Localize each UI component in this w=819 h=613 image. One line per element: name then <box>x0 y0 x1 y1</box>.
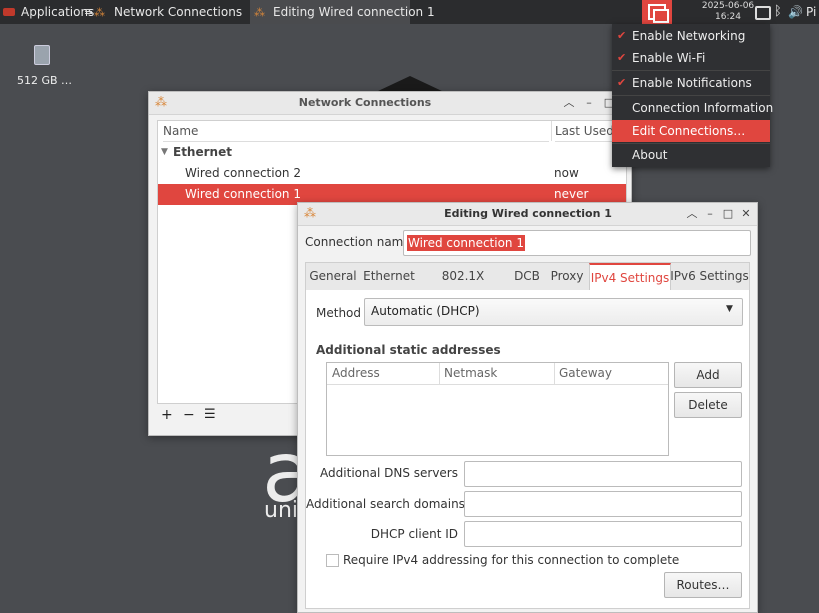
chevron-up-icon[interactable]: ︿ <box>561 92 577 114</box>
connection-last-used: now <box>554 166 579 180</box>
desktop-logo-uni: uni <box>264 498 298 523</box>
require-ipv4-label[interactable]: Require IPv4 addressing for this connect… <box>343 553 679 567</box>
menu-item-about[interactable]: About <box>612 144 770 166</box>
col-address-header[interactable]: Address <box>332 366 380 380</box>
check-icon: ✔ <box>617 76 627 89</box>
minimize-icon[interactable]: – <box>581 92 597 114</box>
menu-separator <box>612 95 770 96</box>
display-icon[interactable] <box>755 6 771 20</box>
method-label: Method <box>316 306 362 320</box>
check-icon: ✔ <box>617 29 627 42</box>
volume-icon[interactable]: 🔊 <box>788 0 803 24</box>
search-domains-field[interactable] <box>464 491 742 517</box>
routes-button[interactable]: Routes… <box>664 572 742 598</box>
taskbar: Applications ≡ ⁂ Network Connections ⁂ E… <box>0 0 819 24</box>
menu-item-label: Enable Networking <box>632 29 746 43</box>
col-name-header[interactable]: Name <box>163 121 549 142</box>
col-netmask-header[interactable]: Netmask <box>444 366 497 380</box>
search-domains-label: Additional search domains <box>306 497 465 511</box>
clock-time: 16:24 <box>715 12 741 22</box>
menu-item-label: Edit Connections… <box>632 124 746 138</box>
tab-ethernet[interactable]: Ethernet <box>361 263 417 290</box>
chevron-down-icon: ▼ <box>726 304 733 314</box>
list-item[interactable]: Wired connection 2 now <box>158 163 626 184</box>
add-connection-button[interactable]: + <box>161 407 173 423</box>
dhcp-client-id-label: DHCP client ID <box>370 527 458 541</box>
bluetooth-icon[interactable]: ᛒ <box>774 0 782 24</box>
edit-titlebar[interactable]: ⁂ Editing Wired connection 1 ︿ – □ ✕ <box>298 203 757 226</box>
chevron-up-icon[interactable]: ︿ <box>684 203 700 225</box>
menu-item-enable-wifi[interactable]: ✔ Enable Wi-Fi <box>612 47 770 69</box>
method-value: Automatic (DHCP) <box>371 304 480 318</box>
close-icon[interactable]: ✕ <box>738 203 754 225</box>
taskbar-network-connections-label: Network Connections <box>114 5 243 19</box>
tab-proxy[interactable]: Proxy <box>546 263 588 290</box>
taskbar-editing-wired[interactable]: ⁂ Editing Wired connection 1 <box>250 0 435 24</box>
menu-item-label: Enable Wi-Fi <box>632 51 706 65</box>
tab-ipv4-settings[interactable]: IPv4 Settings <box>589 263 671 291</box>
menu-separator <box>612 70 770 71</box>
tab-dcb[interactable]: DCB <box>509 263 545 290</box>
col-divider <box>554 363 555 384</box>
network-menu: ✔ Enable Networking ✔ Enable Wi-Fi ✔ Ena… <box>612 24 774 167</box>
clock[interactable]: 2025-06-06 16:24 <box>700 1 756 23</box>
minimize-icon[interactable]: – <box>702 203 718 225</box>
add-address-button[interactable]: Add <box>674 362 742 388</box>
require-ipv4-checkbox[interactable] <box>326 554 339 567</box>
connection-name: Wired connection 2 <box>185 166 301 180</box>
maximize-icon[interactable]: □ <box>720 203 736 225</box>
network-app-icon: ⁂ <box>254 6 265 19</box>
taskbar-network-connections[interactable]: ⁂ Network Connections <box>90 0 248 24</box>
menu-item-connection-information[interactable]: Connection Information <box>612 97 774 119</box>
static-addresses-heading: Additional static addresses <box>316 343 501 357</box>
dns-servers-field[interactable] <box>464 461 742 487</box>
connection-name-label: Connection name <box>305 235 411 249</box>
group-ethernet[interactable]: ▼ Ethernet <box>158 142 626 163</box>
ipv4-panel: Method Automatic (DHCP) ▼ Additional sta… <box>305 290 750 609</box>
dhcp-client-id-field[interactable] <box>464 521 742 547</box>
menu-item-label: Enable Notifications <box>632 76 752 90</box>
header-divider <box>551 121 552 141</box>
group-ethernet-label: Ethernet <box>173 145 232 159</box>
app-menu-icon[interactable] <box>3 8 15 16</box>
col-gateway-header[interactable]: Gateway <box>559 366 612 380</box>
menu-item-enable-networking[interactable]: ✔ Enable Networking <box>612 25 770 47</box>
delete-address-button[interactable]: Delete <box>674 392 742 418</box>
connection-name-value: Wired connection 1 <box>407 235 525 251</box>
tab-general[interactable]: General <box>306 263 360 290</box>
user-label[interactable]: Pi <box>806 0 816 24</box>
method-select[interactable]: Automatic (DHCP) ▼ <box>364 298 743 326</box>
network-app-icon: ⁂ <box>304 206 316 220</box>
edit-connection-button[interactable]: ☰ <box>204 407 216 422</box>
desktop-logo-triangle <box>376 76 444 92</box>
network-icon-front <box>653 9 669 23</box>
drive-label[interactable]: 512 GB … <box>17 74 72 87</box>
connection-name-field[interactable]: Wired connection 1 <box>403 230 751 256</box>
drive-icon[interactable] <box>34 45 50 65</box>
dns-servers-label: Additional DNS servers <box>320 466 458 480</box>
menu-item-label: Connection Information <box>632 101 774 115</box>
nc-title: Network Connections <box>298 96 432 109</box>
triangle-down-icon: ▼ <box>161 147 168 157</box>
network-tray-button[interactable] <box>642 0 672 24</box>
menu-item-label: About <box>632 148 668 162</box>
tab-8021x-security[interactable]: 802.1X Security <box>418 263 508 310</box>
menu-item-edit-connections[interactable]: Edit Connections… <box>612 120 770 142</box>
clock-date: 2025-06-06 <box>701 1 755 11</box>
menu-item-enable-notifications[interactable]: ✔ Enable Notifications <box>612 72 770 94</box>
network-app-icon: ⁂ <box>94 6 105 19</box>
taskbar-editing-wired-label: Editing Wired connection 1 <box>273 5 435 19</box>
edit-title: Editing Wired connection 1 <box>444 207 612 220</box>
tab-bar: General Ethernet 802.1X Security DCB Pro… <box>305 262 750 310</box>
remove-connection-button[interactable]: − <box>183 407 195 423</box>
edit-connection-dialog: ⁂ Editing Wired connection 1 ︿ – □ ✕ Con… <box>297 202 758 613</box>
check-icon: ✔ <box>617 51 627 64</box>
col-divider <box>439 363 440 384</box>
static-address-table[interactable]: Address Netmask Gateway <box>326 362 669 456</box>
tab-ipv6-settings[interactable]: IPv6 Settings <box>670 263 749 290</box>
connection-name: Wired connection 1 <box>185 187 301 201</box>
nc-titlebar[interactable]: ⁂ Network Connections ︿ – □ <box>149 92 631 115</box>
